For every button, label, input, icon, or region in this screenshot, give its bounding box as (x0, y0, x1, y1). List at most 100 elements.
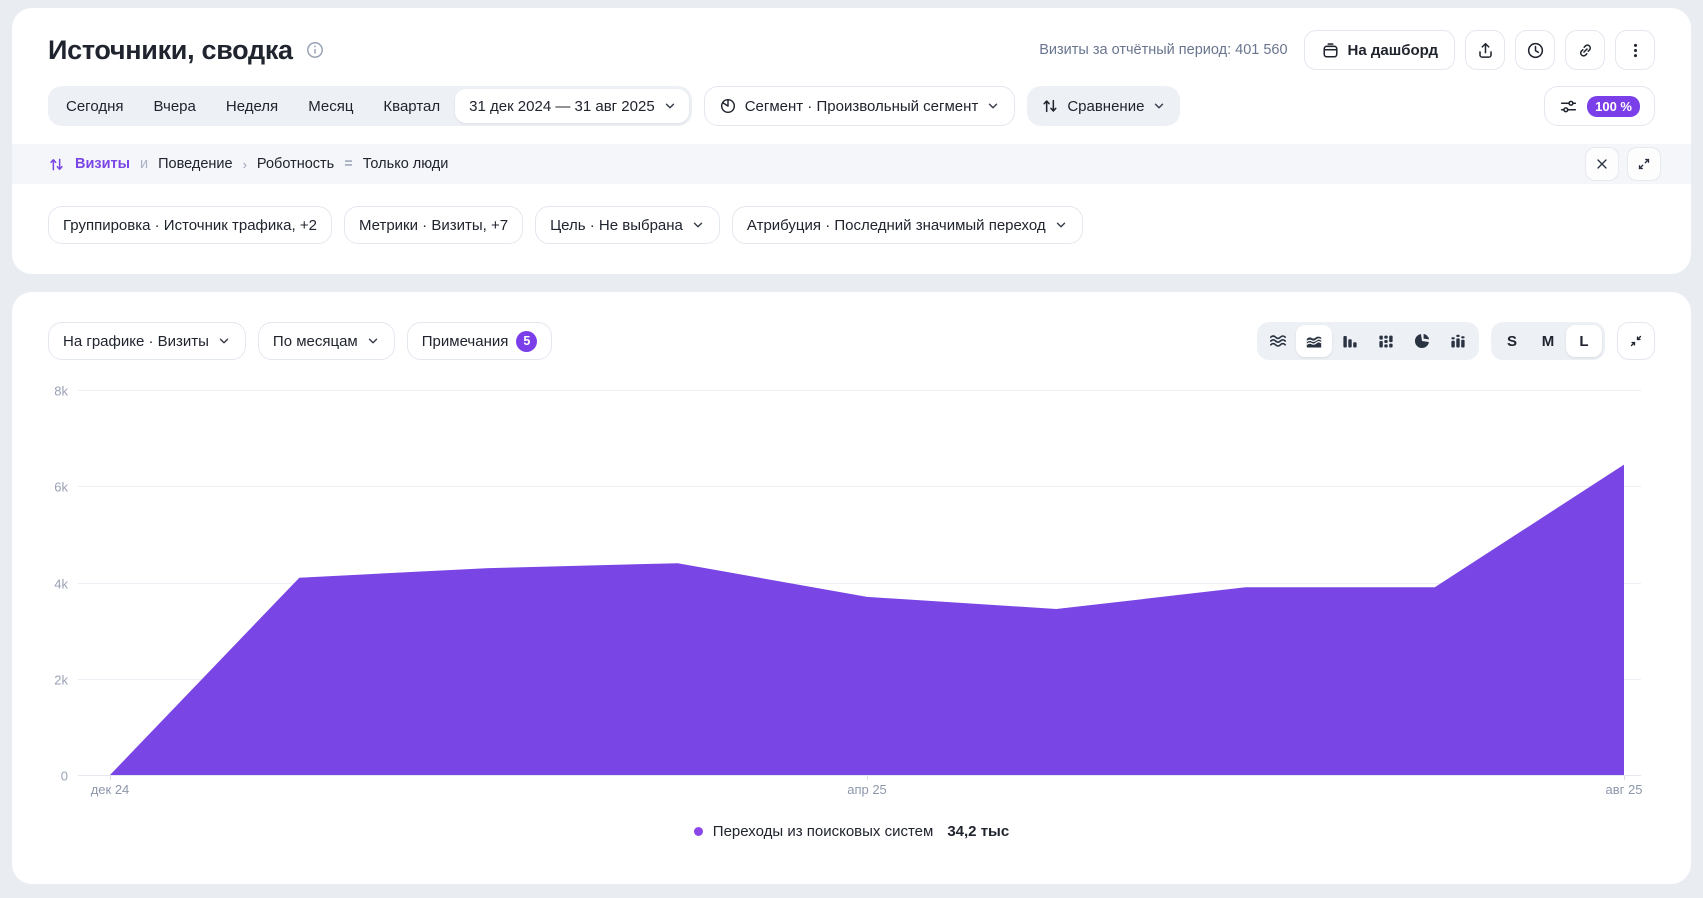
tab-week[interactable]: Неделя (211, 89, 293, 123)
compare-arrows-icon (48, 156, 65, 173)
grouping-dropdown[interactable]: Группировка · Источник трафика, +2 (48, 206, 332, 244)
chevron-down-icon (691, 218, 705, 232)
y-axis-label: 4k (32, 576, 68, 591)
kebab-menu-icon (1626, 41, 1645, 60)
chart-type-pie-button[interactable] (1404, 325, 1440, 357)
chart-type-column-button[interactable] (1440, 325, 1476, 357)
expand-icon (1636, 156, 1652, 172)
tab-quarter[interactable]: Квартал (368, 89, 455, 123)
on-chart-dropdown[interactable]: На графике · Визиты (48, 322, 246, 360)
history-button[interactable] (1515, 30, 1555, 70)
chart-type-area-button[interactable] (1296, 325, 1332, 357)
filter-row: Сегодня Вчера Неделя Месяц Квартал 31 де… (48, 86, 1655, 126)
tab-today[interactable]: Сегодня (51, 89, 139, 123)
tab-month[interactable]: Месяц (293, 89, 368, 123)
chart-type-stacked-bar-button[interactable] (1368, 325, 1404, 357)
segment-value[interactable]: Только люди (363, 156, 449, 172)
chevron-down-icon (663, 99, 677, 113)
goal-dropdown[interactable]: Цель · Не выбрана (535, 206, 720, 244)
close-icon (1594, 156, 1610, 172)
x-axis-label: апр 25 (847, 782, 887, 797)
chevron-down-icon (986, 99, 1000, 113)
comparison-label: Сравнение (1067, 98, 1144, 115)
copy-link-button[interactable] (1565, 30, 1605, 70)
segment-dropdown-label: Сегмент · Произвольный сегмент (745, 98, 979, 115)
x-axis-tick (867, 775, 868, 780)
header-row: Источники, сводка Визиты за отчётный пер… (48, 30, 1655, 70)
x-axis-tick (110, 775, 111, 780)
notes-count-badge: 5 (516, 331, 537, 352)
segment-conjunction: и (140, 156, 148, 172)
chart-plot[interactable]: 8k 6k 4k 2k 0 дек 24 апр 25 авг 25 (78, 390, 1639, 775)
segment-path-parent[interactable]: Поведение (158, 156, 232, 172)
sampling-badge: 100 % (1587, 96, 1640, 117)
segment-expand-button[interactable] (1627, 147, 1661, 181)
period-tabs: Сегодня Вчера Неделя Месяц Квартал 31 де… (48, 86, 692, 126)
page-title: Источники, сводка (48, 35, 293, 66)
chart-type-bar-button[interactable] (1332, 325, 1368, 357)
chart-controls-row: На графике · Визиты По месяцам Примечани… (12, 322, 1691, 360)
size-l-button[interactable]: L (1566, 325, 1602, 357)
visits-total: Визиты за отчётный период: 401 560 (1039, 42, 1287, 58)
segment-path-child[interactable]: Роботность (257, 156, 334, 172)
grouping-label: Группировка · Источник трафика, +2 (63, 217, 317, 234)
pie-icon (719, 97, 737, 115)
segment-dropdown[interactable]: Сегмент · Произвольный сегмент (704, 86, 1016, 126)
summary-card: Источники, сводка Визиты за отчётный пер… (12, 8, 1691, 274)
on-chart-label: На графике · Визиты (63, 333, 209, 350)
chevron-down-icon (366, 334, 380, 348)
chevron-down-icon (1054, 218, 1068, 232)
date-range-picker[interactable]: 31 дек 2024 — 31 авг 2025 (455, 89, 689, 123)
link-icon (1576, 41, 1595, 60)
segment-metric[interactable]: Визиты (75, 156, 130, 172)
compare-arrows-icon (1041, 97, 1059, 115)
chart-size-switcher: S M L (1491, 322, 1605, 360)
legend-item[interactable]: Переходы из поисковых систем 34,2 тыс (12, 823, 1691, 840)
size-s-button[interactable]: S (1494, 325, 1530, 357)
column-chart-icon (1448, 331, 1468, 351)
bar-chart-icon (1340, 331, 1360, 351)
granularity-label: По месяцам (273, 333, 358, 350)
metrics-label: Метрики · Визиты, +7 (359, 217, 508, 234)
more-menu-button[interactable] (1615, 30, 1655, 70)
chart-type-switcher (1257, 322, 1479, 360)
size-m-button[interactable]: M (1530, 325, 1566, 357)
notes-label: Примечания (422, 333, 509, 350)
area-series (78, 390, 1639, 775)
x-axis-label: дек 24 (91, 782, 130, 797)
share-button[interactable] (1465, 30, 1505, 70)
report-settings-row: Группировка · Источник трафика, +2 Метри… (48, 206, 1655, 244)
gridline-0: 0 (78, 775, 1641, 776)
legend-label: Переходы из поисковых систем (713, 823, 934, 840)
area-chart-icon (1304, 331, 1324, 351)
sliders-icon (1559, 97, 1578, 116)
x-axis-tick (1624, 775, 1625, 780)
comparison-dropdown[interactable]: Сравнение (1027, 86, 1180, 126)
stacked-bar-chart-icon (1376, 331, 1396, 351)
chart-collapse-button[interactable] (1617, 322, 1655, 360)
metrics-dropdown[interactable]: Метрики · Визиты, +7 (344, 206, 523, 244)
clock-icon (1526, 41, 1545, 60)
y-axis-label: 2k (32, 672, 68, 687)
granularity-dropdown[interactable]: По месяцам (258, 322, 395, 360)
notes-button[interactable]: Примечания 5 (407, 322, 553, 360)
tab-yesterday[interactable]: Вчера (139, 89, 211, 123)
segment-path-separator: › (243, 157, 247, 172)
chevron-down-icon (1152, 99, 1166, 113)
dashboard-icon (1321, 41, 1340, 60)
active-segment-bar: Визиты и Поведение › Роботность = Только… (12, 144, 1691, 184)
date-range-value: 31 дек 2024 — 31 авг 2025 (469, 98, 655, 115)
segment-condition: Визиты и Поведение › Роботность = Только… (48, 156, 448, 173)
x-axis-label: авг 25 (1606, 782, 1643, 797)
chart-type-line-button[interactable] (1260, 325, 1296, 357)
segment-close-button[interactable] (1585, 147, 1619, 181)
to-dashboard-label: На дашборд (1348, 42, 1438, 59)
chart-card: На графике · Визиты По месяцам Примечани… (12, 292, 1691, 884)
goal-label: Цель · Не выбрана (550, 217, 683, 234)
y-axis-label: 8k (32, 384, 68, 399)
info-icon[interactable] (305, 40, 325, 60)
sampling-settings[interactable]: 100 % (1544, 86, 1655, 126)
chevron-down-icon (217, 334, 231, 348)
to-dashboard-button[interactable]: На дашборд (1304, 30, 1455, 70)
attribution-dropdown[interactable]: Атрибуция · Последний значимый переход (732, 206, 1083, 244)
